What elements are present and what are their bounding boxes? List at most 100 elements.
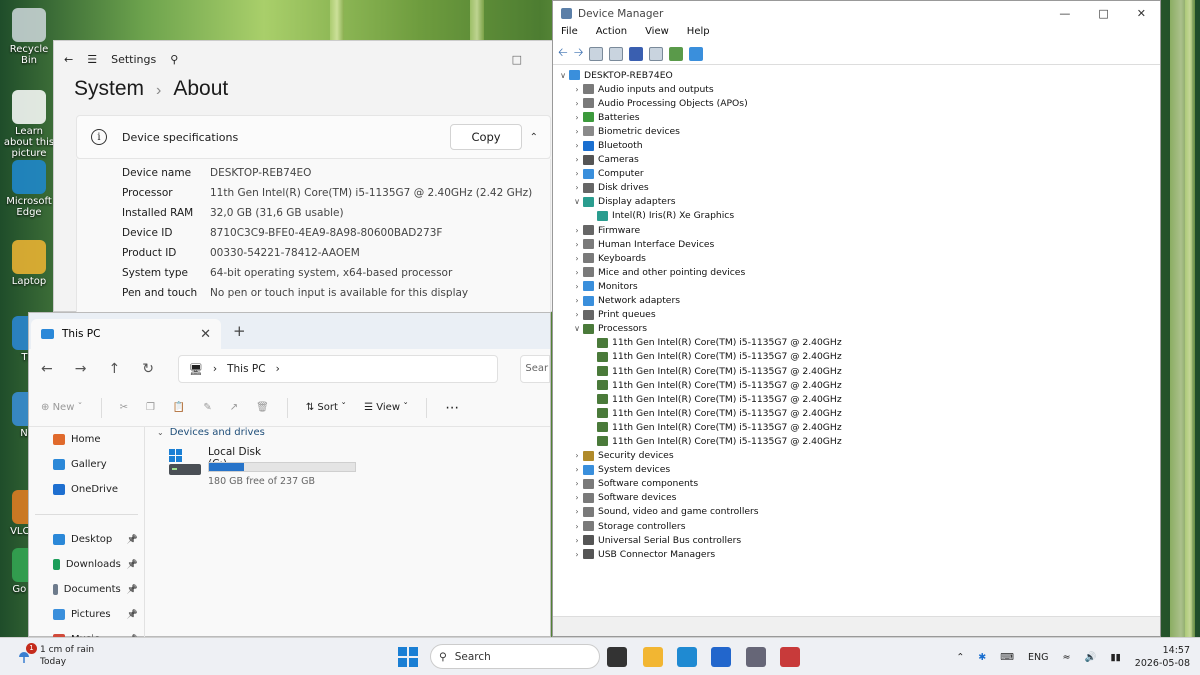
chevron-right-icon[interactable]: ›: [571, 183, 583, 192]
keyboard-icon[interactable]: ⌨: [1000, 652, 1014, 663]
language-indicator[interactable]: ENG: [1028, 652, 1048, 663]
details-icon[interactable]: [649, 46, 664, 61]
cut-icon[interactable]: ✂: [120, 402, 128, 413]
more-options-icon[interactable]: ⋯: [445, 400, 459, 416]
chevron-down-icon[interactable]: ∨: [571, 197, 583, 206]
store-icon[interactable]: [711, 647, 731, 667]
close-tab-icon[interactable]: ✕: [200, 327, 211, 342]
chevron-right-icon[interactable]: ›: [571, 155, 583, 164]
desktop-icon[interactable]: Microsoft Edge: [2, 160, 56, 218]
chevron-right-icon[interactable]: ›: [571, 550, 583, 559]
chevron-right-icon[interactable]: ›: [571, 254, 583, 263]
forward-icon[interactable]: →: [75, 361, 87, 377]
tree-device[interactable]: 11th Gen Intel(R) Core(TM) i5-1135G7 @ 2…: [557, 364, 1157, 378]
scan-hardware-icon[interactable]: [689, 46, 704, 61]
menu-action[interactable]: Action: [596, 26, 627, 43]
pin-icon[interactable]: 📌: [127, 610, 138, 620]
start-button[interactable]: [398, 647, 418, 667]
device-specifications-header[interactable]: i Device specifications Copy ⌃: [76, 115, 551, 159]
tree-category[interactable]: › Audio inputs and outputs: [557, 82, 1157, 96]
tree-root[interactable]: ∨ DESKTOP-REB74EO: [557, 68, 1157, 82]
chevron-down-icon[interactable]: ∨: [571, 324, 583, 333]
file-explorer-icon[interactable]: [643, 647, 663, 667]
chevron-right-icon[interactable]: ›: [571, 141, 583, 150]
up-icon[interactable]: ↑: [108, 361, 120, 377]
desktop-icon[interactable]: Learn about this picture: [2, 90, 56, 159]
chevron-right-icon[interactable]: ›: [571, 240, 583, 249]
sort-button[interactable]: ⇅ Sort ˇ: [306, 402, 346, 413]
chevron-down-icon[interactable]: ∨: [557, 71, 569, 80]
quick-access-downloads[interactable]: Downloads 📌: [29, 552, 144, 577]
tree-category[interactable]: › Software devices: [557, 491, 1157, 505]
chevron-right-icon[interactable]: ›: [571, 99, 583, 108]
chevron-right-icon[interactable]: ›: [571, 522, 583, 531]
chevron-up-icon[interactable]: ⌃: [956, 652, 964, 663]
tree-category[interactable]: › Universal Serial Bus controllers: [557, 533, 1157, 547]
nav-item-gallery[interactable]: Gallery: [29, 452, 144, 477]
chevron-right-icon[interactable]: ›: [571, 268, 583, 277]
tree-category[interactable]: › Disk drives: [557, 181, 1157, 195]
back-icon[interactable]: ←: [41, 361, 53, 377]
chevron-right-icon[interactable]: ›: [571, 282, 583, 291]
menu-file[interactable]: File: [561, 26, 578, 43]
share-icon[interactable]: ↗: [230, 402, 238, 413]
chevron-right-icon[interactable]: ›: [571, 85, 583, 94]
tree-category[interactable]: › Computer: [557, 167, 1157, 181]
chevron-right-icon[interactable]: ›: [571, 169, 583, 178]
taskbar-search[interactable]: ⚲ Search: [430, 644, 600, 669]
tree-category[interactable]: › Print queues: [557, 308, 1157, 322]
back-icon[interactable]: ←: [64, 53, 73, 66]
paste-icon[interactable]: 📋: [173, 402, 185, 413]
tree-category[interactable]: ∨ Processors: [557, 322, 1157, 336]
maximize-icon[interactable]: □: [1098, 7, 1108, 20]
chevron-right-icon[interactable]: ›: [571, 226, 583, 235]
chevron-right-icon[interactable]: ›: [571, 113, 583, 122]
minimize-icon[interactable]: —: [1059, 7, 1070, 20]
rename-icon[interactable]: ✎: [203, 402, 211, 413]
chevron-right-icon[interactable]: ›: [571, 465, 583, 474]
tree-category[interactable]: › Human Interface Devices: [557, 237, 1157, 251]
chevron-right-icon[interactable]: ›: [571, 536, 583, 545]
quick-access-desktop[interactable]: Desktop 📌: [29, 527, 144, 552]
delete-icon[interactable]: 🗑: [256, 402, 269, 413]
tree-device[interactable]: Intel(R) Iris(R) Xe Graphics: [557, 209, 1157, 223]
tree-device[interactable]: 11th Gen Intel(R) Core(TM) i5-1135G7 @ 2…: [557, 420, 1157, 434]
settings-icon[interactable]: [746, 647, 766, 667]
tree-category[interactable]: › Software components: [557, 477, 1157, 491]
pin-icon[interactable]: 📌: [127, 585, 138, 595]
wifi-icon[interactable]: ≈: [1063, 652, 1071, 663]
chevron-right-icon[interactable]: ›: [571, 493, 583, 502]
task-view-icon[interactable]: [607, 647, 627, 667]
copy-button[interactable]: Copy: [450, 124, 522, 150]
chevron-right-icon[interactable]: ›: [571, 451, 583, 460]
edge-icon[interactable]: [677, 647, 697, 667]
tree-device[interactable]: 11th Gen Intel(R) Core(TM) i5-1135G7 @ 2…: [557, 434, 1157, 448]
group-header[interactable]: ⌄ Devices and drives: [157, 427, 265, 438]
volume-icon[interactable]: 🔊: [1084, 652, 1096, 663]
device-app-icon[interactable]: [780, 647, 800, 667]
help-icon[interactable]: [629, 46, 644, 61]
chevron-right-icon[interactable]: ›: [571, 310, 583, 319]
tree-category[interactable]: › Bluetooth: [557, 138, 1157, 152]
menu-help[interactable]: Help: [687, 26, 710, 43]
search-icon[interactable]: ⚲: [170, 53, 178, 66]
tree-category[interactable]: › USB Connector Managers: [557, 547, 1157, 561]
tree-category[interactable]: › Security devices: [557, 449, 1157, 463]
hamburger-icon[interactable]: ☰: [87, 53, 97, 66]
address-this-pc[interactable]: This PC: [227, 363, 265, 375]
tree-category[interactable]: › Storage controllers: [557, 519, 1157, 533]
chevron-right-icon[interactable]: ›: [571, 479, 583, 488]
tree-category[interactable]: › Cameras: [557, 153, 1157, 167]
quick-access-documents[interactable]: Documents 📌: [29, 577, 144, 602]
tree-device[interactable]: 11th Gen Intel(R) Core(TM) i5-1135G7 @ 2…: [557, 392, 1157, 406]
tree-category[interactable]: › Audio Processing Objects (APOs): [557, 96, 1157, 110]
nav-item-onedrive[interactable]: OneDrive: [29, 477, 144, 502]
chevron-right-icon[interactable]: ›: [571, 507, 583, 516]
chevron-right-icon[interactable]: ›: [571, 127, 583, 136]
tree-category[interactable]: › Mice and other pointing devices: [557, 265, 1157, 279]
battery-icon[interactable]: ▮▮: [1110, 652, 1120, 663]
desktop-icon[interactable]: Recycle Bin: [2, 8, 56, 66]
tree-category[interactable]: › Keyboards: [557, 251, 1157, 265]
new-button[interactable]: ⊕ New ˇ: [41, 402, 83, 413]
copy-icon[interactable]: ❐: [146, 402, 155, 413]
